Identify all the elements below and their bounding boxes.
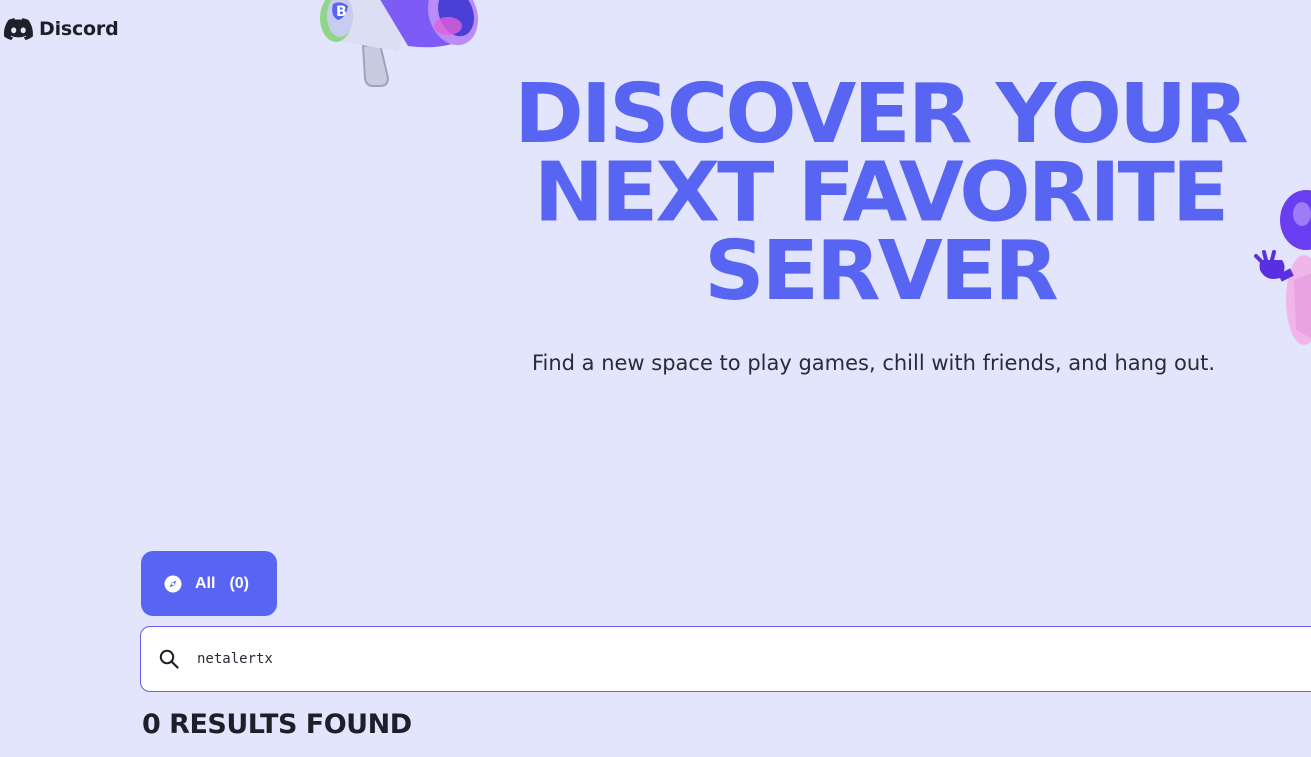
hero-title-line: NEXT FAVORITE <box>533 143 1230 241</box>
compass-icon <box>164 575 182 593</box>
discord-logo-icon <box>4 18 33 40</box>
category-tab-all[interactable]: All (0) <box>141 551 277 616</box>
search-input[interactable] <box>195 650 1099 668</box>
discord-logo-link[interactable]: Discord <box>4 15 119 43</box>
hero-title-line: SERVER <box>704 222 1059 319</box>
hero-title-line: DISCOVER YOUR <box>514 65 1249 162</box>
hero-subtitle: Find a new space to play games, chill wi… <box>531 351 1216 375</box>
category-tab-count: (0) <box>229 574 250 592</box>
discovery-page: Discord B DISCOVER YOUR NEXT FAVORITE SE… <box>0 0 1311 757</box>
svg-text:B: B <box>336 4 347 20</box>
search-box[interactable] <box>140 626 1311 692</box>
hero-title: DISCOVER YOUR NEXT FAVORITE SERVER <box>430 65 1311 319</box>
category-tab-label: All <box>195 574 216 592</box>
search-icon <box>159 649 179 669</box>
results-count-heading: 0 RESULTS FOUND <box>142 709 412 740</box>
brand-name: Discord <box>39 18 119 40</box>
